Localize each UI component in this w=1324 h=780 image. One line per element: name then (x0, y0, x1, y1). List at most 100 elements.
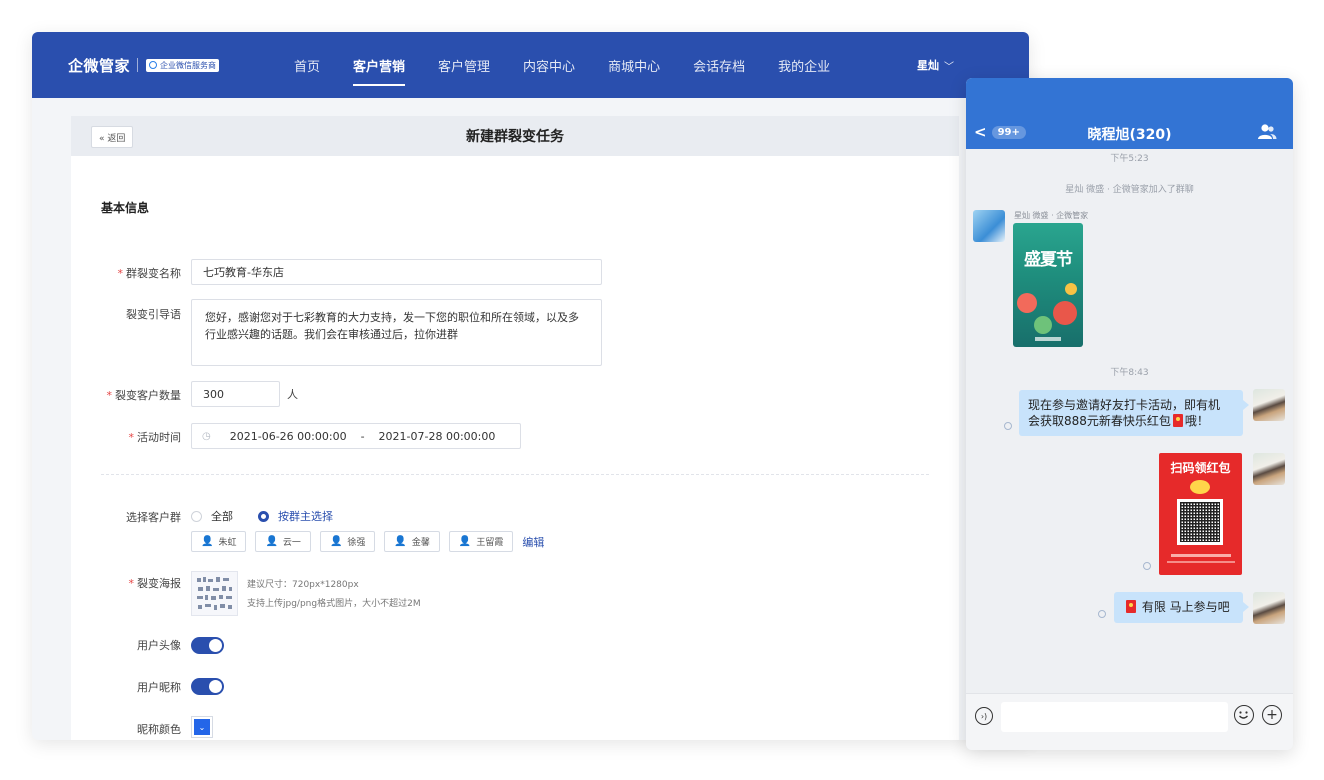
brand[interactable]: 企微管家 企业微信服务商 (68, 32, 220, 98)
owner-tag[interactable]: 👤 徐强 (319, 531, 376, 552)
guide-label: 裂变引导语 (126, 308, 181, 321)
nav-item-customer-management[interactable]: 客户管理 (438, 32, 490, 98)
time-separator: - (360, 429, 365, 443)
chat-bubble[interactable]: 现在参与邀请好友打卡活动，即有机 会获取888元新春快乐红包 哦！ (1019, 390, 1243, 436)
red-packet-title: 扫码领红包 (1170, 461, 1231, 475)
caption-line (1167, 561, 1235, 563)
group-label: 选择客户群 (126, 511, 181, 524)
caption-line (1171, 554, 1231, 557)
time-label: * 活动时间 (128, 431, 182, 444)
time-range-picker[interactable]: ◷ 2021-06-26 00:00:00 - 2021-07-28 00:00… (191, 423, 521, 449)
red-packet-card[interactable]: 扫码领红包 (1159, 453, 1242, 575)
chat-timestamp: 下午8:43 (1110, 368, 1149, 378)
user-menu[interactable]: 星灿 ﹀ (917, 32, 954, 98)
section-title: 基本信息 (101, 201, 150, 215)
chat-title-bar: < 99+ 晓程旭(320) (966, 116, 1293, 149)
plus-icon[interactable]: + (1262, 705, 1282, 725)
group-radio-group: 全部 按群主选择 (191, 508, 358, 524)
message-text: 会获取888元新春快乐红包 (1028, 414, 1171, 428)
avatar[interactable] (973, 210, 1005, 242)
guide-textarea[interactable]: 您好，感谢您对于七彩教育的大力支持，发一下您的职位和所在领域，以及多行业感兴趣的… (191, 299, 602, 366)
divider (101, 474, 929, 475)
owner-tag[interactable]: 👤 王留霞 (448, 531, 514, 552)
nav-item-customer-marketing[interactable]: 客户营销 (353, 32, 406, 98)
form-panel: 基本信息 * 群裂变名称 七巧教育-华东店 裂变引导语 您好，感谢您对于七彩教育的… (71, 156, 959, 740)
poster-format-hint: 支持上传jpg/png格式图片，大小不超过2M (247, 599, 421, 609)
read-status-icon (1098, 610, 1106, 618)
group-members-icon[interactable] (1257, 123, 1277, 141)
top-navigation-bar: 企微管家 企业微信服务商 首页 客户营销 客户管理 内容中心 商城中心 会话存档… (32, 32, 1029, 98)
red-packet-icon (1172, 414, 1183, 427)
page-title: 新建群裂变任务 (466, 129, 564, 145)
nav-item-content-center[interactable]: 内容中心 (523, 32, 575, 98)
name-label: * 群裂变名称 (117, 267, 182, 280)
voice-icon[interactable]: ›) (975, 707, 993, 725)
nickname-label: 用户昵称 (137, 681, 181, 694)
nickname-toggle[interactable] (191, 678, 224, 695)
sender-name: 星灿 微盛 · 企微管家 (1014, 211, 1089, 220)
time-start: 2021-06-26 00:00:00 (229, 429, 347, 443)
avatar-toggle[interactable] (191, 637, 224, 654)
message-text: 有限 马上参与吧 (1141, 600, 1230, 614)
poster-preview-image (197, 577, 232, 610)
user-name: 星灿 (917, 59, 939, 72)
back-button[interactable]: « 返回 (91, 126, 134, 148)
nav-item-mall-center[interactable]: 商城中心 (608, 32, 660, 98)
owner-tags: 👤 朱虹 👤 云一 👤 徐强 👤 金馨 👤 王留霞 编辑 (191, 531, 544, 552)
count-unit: 人 (287, 388, 298, 401)
avatar-label: 用户头像 (137, 639, 181, 652)
avatar[interactable] (1253, 389, 1285, 421)
owner-tag[interactable]: 👤 金馨 (384, 531, 440, 552)
nav-item-my-company[interactable]: 我的企业 (778, 32, 830, 98)
read-status-icon (1004, 422, 1012, 430)
message-input[interactable] (1001, 702, 1228, 732)
brand-separator (137, 58, 139, 72)
poster-size-hint: 建议尺寸：720px*1280px (247, 580, 359, 590)
radio-all[interactable] (191, 510, 202, 522)
brand-name: 企微管家 (68, 56, 131, 75)
count-label: * 裂变客户数量 (106, 389, 182, 402)
nickname-color-label: 昵称颜色 (137, 723, 181, 736)
bubble-arrow (1243, 602, 1249, 612)
poster-label: * 裂变海报 (128, 577, 182, 590)
qr-code-icon (1177, 499, 1223, 545)
person-icon: 👤 (329, 536, 343, 547)
radio-by-owner-label[interactable]: 按群主选择 (278, 508, 333, 524)
message-text: 现在参与邀请好友打卡活动，即有机 (1028, 398, 1221, 412)
coin-icon (1190, 480, 1210, 494)
poster-image-message[interactable]: 盛夏节 (1013, 223, 1083, 347)
radio-all-label[interactable]: 全部 (211, 508, 233, 524)
nickname-color-picker[interactable]: ⌄ (191, 716, 213, 738)
wecom-logo-icon (149, 61, 158, 69)
clock-icon: ◷ (202, 430, 211, 442)
chat-title: 晓程旭(320) (1087, 127, 1172, 143)
avatar[interactable] (1253, 592, 1285, 624)
chat-header: < 99+ 晓程旭(320) (966, 78, 1293, 149)
chat-bubble[interactable]: 有限 马上参与吧 (1114, 592, 1243, 623)
person-icon: 👤 (201, 536, 214, 547)
poster-thumbnail[interactable] (191, 571, 238, 616)
count-input[interactable]: 300 (191, 381, 280, 407)
poster-decoration-image (1017, 283, 1077, 341)
brand-badge-text: 企业微信服务商 (160, 60, 217, 70)
nav-item-session-archive[interactable]: 会话存档 (693, 32, 745, 98)
page-header: « 返回 新建群裂变任务 (71, 116, 959, 156)
person-icon: 👤 (394, 536, 407, 547)
person-icon: 👤 (458, 536, 472, 547)
read-status-icon (1143, 562, 1151, 570)
name-input[interactable]: 七巧教育-华东店 (191, 259, 602, 285)
chevron-down-icon: ⌄ (194, 719, 210, 735)
chat-input-bar: ›) + (966, 693, 1293, 750)
nav-item-home[interactable]: 首页 (294, 32, 320, 98)
red-packet-icon (1126, 600, 1136, 613)
owner-tag[interactable]: 👤 朱虹 (191, 531, 247, 552)
admin-window: 企微管家 企业微信服务商 首页 客户营销 客户管理 内容中心 商城中心 会话存档… (32, 32, 1029, 740)
avatar[interactable] (1253, 453, 1285, 485)
owner-tag[interactable]: 👤 云一 (255, 531, 311, 552)
emoji-icon[interactable] (1234, 705, 1254, 725)
edit-owners-link[interactable]: 编辑 (522, 534, 544, 550)
time-end: 2021-07-28 00:00:00 (378, 429, 496, 443)
radio-by-owner[interactable] (258, 510, 269, 522)
system-message: 星灿 微盛 · 企微管家加入了群聊 (1065, 185, 1194, 195)
brand-badge: 企业微信服务商 (146, 58, 220, 72)
